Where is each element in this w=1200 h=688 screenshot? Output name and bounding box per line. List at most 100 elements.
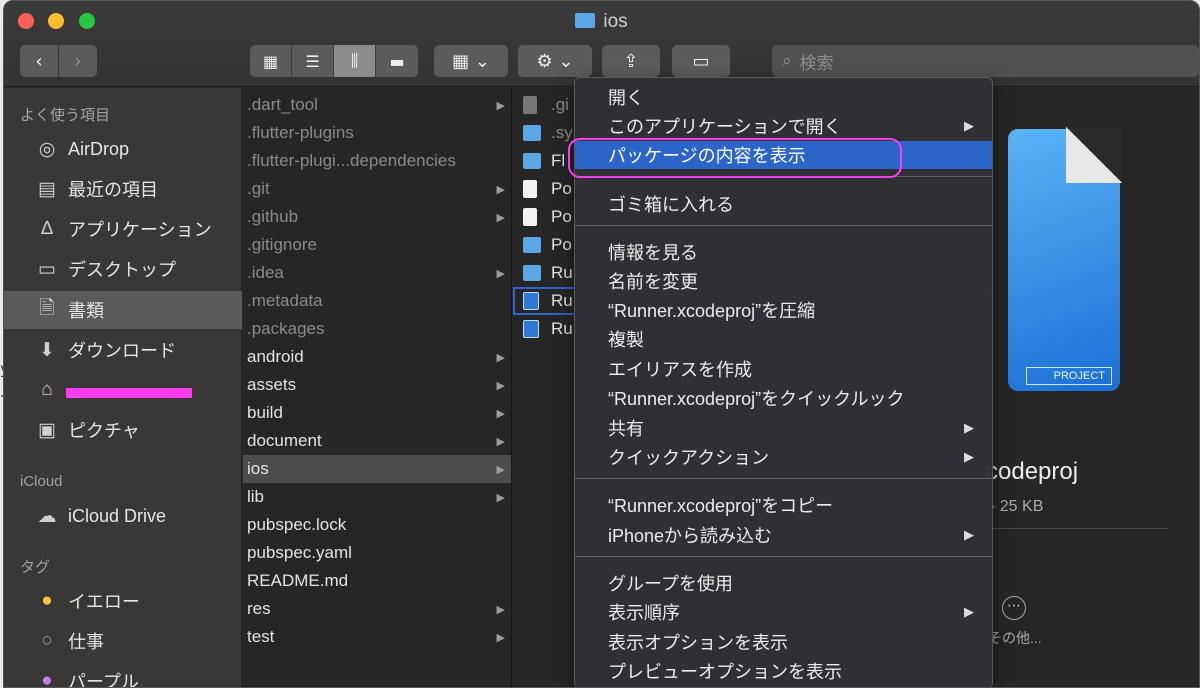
file-row[interactable]: README.md [243,567,511,595]
pictures-icon: ▣ [38,419,56,441]
menu-item[interactable]: プレビューオプションを表示 [575,657,992,685]
file-row[interactable]: .gitignore [243,231,511,259]
home-icon: ⌂ [41,379,53,400]
documents-icon: 🗎 [39,298,55,319]
submenu-arrow-icon: ▶ [964,118,974,133]
menu-item[interactable]: このアプリケーションで開く ▶ [575,112,992,140]
menu-separator [575,556,992,557]
tags-button[interactable]: ▭ [672,45,730,77]
desktop-icon: ▭ [38,258,56,280]
sidebar-item-recents[interactable]: ▤ 最近の項目 [4,170,242,208]
file-row[interactable]: .flutter-plugi...dependencies [243,147,511,175]
file-row[interactable]: .idea ▶ [243,259,511,287]
sidebar-item-applications[interactable]: ∆ アプリケーション [4,210,242,248]
sidebar-item-pictures[interactable]: ▣ ピクチャ [4,411,242,449]
file-row[interactable]: pubspec.yaml [243,539,511,567]
xcodeproj-file-icon [523,292,539,310]
sidebar-item-airdrop[interactable]: ◎ AirDrop [4,130,242,168]
yellow-tag-icon: ● [41,590,53,611]
document-icon [523,96,537,114]
file-row[interactable]: ios ▶ [243,455,511,483]
disclosure-arrow-icon: ▶ [496,407,505,420]
sidebar-item-downloads[interactable]: ⬇ ダウンロード [4,331,242,369]
more-button[interactable]: ⋯ [1002,596,1026,620]
file-row[interactable]: build ▶ [243,399,511,427]
menu-item[interactable]: ゴミ箱に入れる [575,190,992,218]
menu-separator [575,225,992,226]
menu-item[interactable]: 表示順序 ▶ [575,598,992,626]
disclosure-arrow-icon: ▶ [496,351,505,364]
sidebar-item-desktop[interactable]: ▭ デスクトップ [4,250,242,288]
sidebar-tag-yellow[interactable]: ● イエロー [4,582,242,620]
menu-item[interactable]: 複製 [575,325,992,353]
file-row[interactable]: test ▶ [243,623,511,651]
file-row[interactable]: lib ▶ [243,483,511,511]
tags-header: タグ [20,559,51,576]
menu-item[interactable]: クイックアクション ▶ [575,443,992,471]
file-row[interactable]: .git ▶ [243,175,511,203]
disclosure-arrow-icon: ▶ [496,603,505,616]
file-row[interactable]: .github ▶ [243,203,511,231]
column-view-button[interactable]: ⫼ [334,45,376,77]
submenu-arrow-icon: ▶ [964,420,974,435]
window-title: ios [4,11,1199,33]
purple-tag-icon: ● [41,670,53,688]
disclosure-arrow-icon: ▶ [496,267,505,280]
menu-item[interactable]: “Runner.xcodeproj”を圧縮 [575,296,992,324]
action-button[interactable]: ⚙ ⌄ [518,45,592,77]
sidebar-tag-work[interactable]: ○ 仕事 [4,622,242,660]
file-row[interactable]: document ▶ [243,427,511,455]
menu-item[interactable]: “Runner.xcodeproj”をクイックルック [575,384,992,412]
finder-window: ios ‹ › ▦ ☰ ⫼ ▬ ▦ ⌄ ⚙ ⌄ ⇪ ▭ ⌕ 検索 よく使う項目 … [3,0,1200,688]
sidebar-item-documents[interactable]: 🗎 書類 [4,291,242,329]
disclosure-arrow-icon: ▶ [496,463,505,476]
menu-item[interactable]: “Runner.xcodeproj”をコピー [575,491,992,519]
disclosure-arrow-icon: ▶ [496,211,505,224]
disclosure-arrow-icon: ▶ [496,99,505,112]
back-button[interactable]: ‹ [20,45,58,77]
disclosure-arrow-icon: ▶ [496,379,505,392]
submenu-arrow-icon: ▶ [964,449,974,464]
menu-item[interactable]: 表示オプションを表示 [575,628,992,656]
applications-icon: ∆ [41,218,53,239]
disclosure-arrow-icon: ▶ [496,183,505,196]
gallery-view-button[interactable]: ▬ [376,45,418,77]
menu-item[interactable]: グループを使用 [575,569,992,597]
menu-item[interactable]: エイリアスを作成 [575,355,992,383]
document-icon [523,180,537,198]
disclosure-arrow-icon: ▶ [496,631,505,644]
menu-item[interactable]: 名前を変更 [575,267,992,295]
file-row[interactable]: pubspec.lock [243,511,511,539]
menu-item[interactable]: 開く [575,83,992,111]
search-field[interactable]: ⌕ 検索 [772,45,1199,77]
group-button[interactable]: ▦ ⌄ [434,45,508,77]
forward-button[interactable]: › [59,45,97,77]
menu-item[interactable]: 情報を見る [575,238,992,266]
folder-icon [523,237,541,253]
file-row[interactable]: android ▶ [243,343,511,371]
menu-item[interactable]: 共有 ▶ [575,414,992,442]
column-project: .dart_tool ▶ .flutter-plugins .flutter-plug… [243,88,512,687]
list-view-button[interactable]: ☰ [292,45,334,77]
tag-icon: ▭ [692,50,710,72]
file-row[interactable]: .packages [243,315,511,343]
file-row[interactable]: .metadata [243,287,511,315]
search-icon: ⌕ [782,51,792,71]
menu-item[interactable]: iPhoneから読み込む ▶ [575,521,992,549]
preview-size: - 25 KB [990,498,1044,515]
folder-icon [575,13,596,28]
file-row[interactable]: res ▶ [243,595,511,623]
file-row[interactable]: .flutter-plugins [243,119,511,147]
file-row[interactable]: .dart_tool ▶ [243,91,511,119]
sidebar-item-icloud-drive[interactable]: ☁ iCloud Drive [4,497,242,535]
share-button[interactable]: ⇪ [602,45,660,77]
sidebar-tag-purple[interactable]: ● パープル [4,662,242,688]
downloads-icon: ⬇ [39,339,55,361]
title-bar: ios ‹ › ▦ ☰ ⫼ ▬ ▦ ⌄ ⚙ ⌄ ⇪ ▭ ⌕ 検索 [4,1,1199,87]
share-icon: ⇪ [623,50,639,72]
icon-view-button[interactable]: ▦ [250,45,292,77]
recents-icon: ▤ [38,178,56,200]
file-row[interactable]: assets ▶ [243,371,511,399]
redaction-mark [66,388,192,398]
more-label: その他... [988,630,1042,646]
